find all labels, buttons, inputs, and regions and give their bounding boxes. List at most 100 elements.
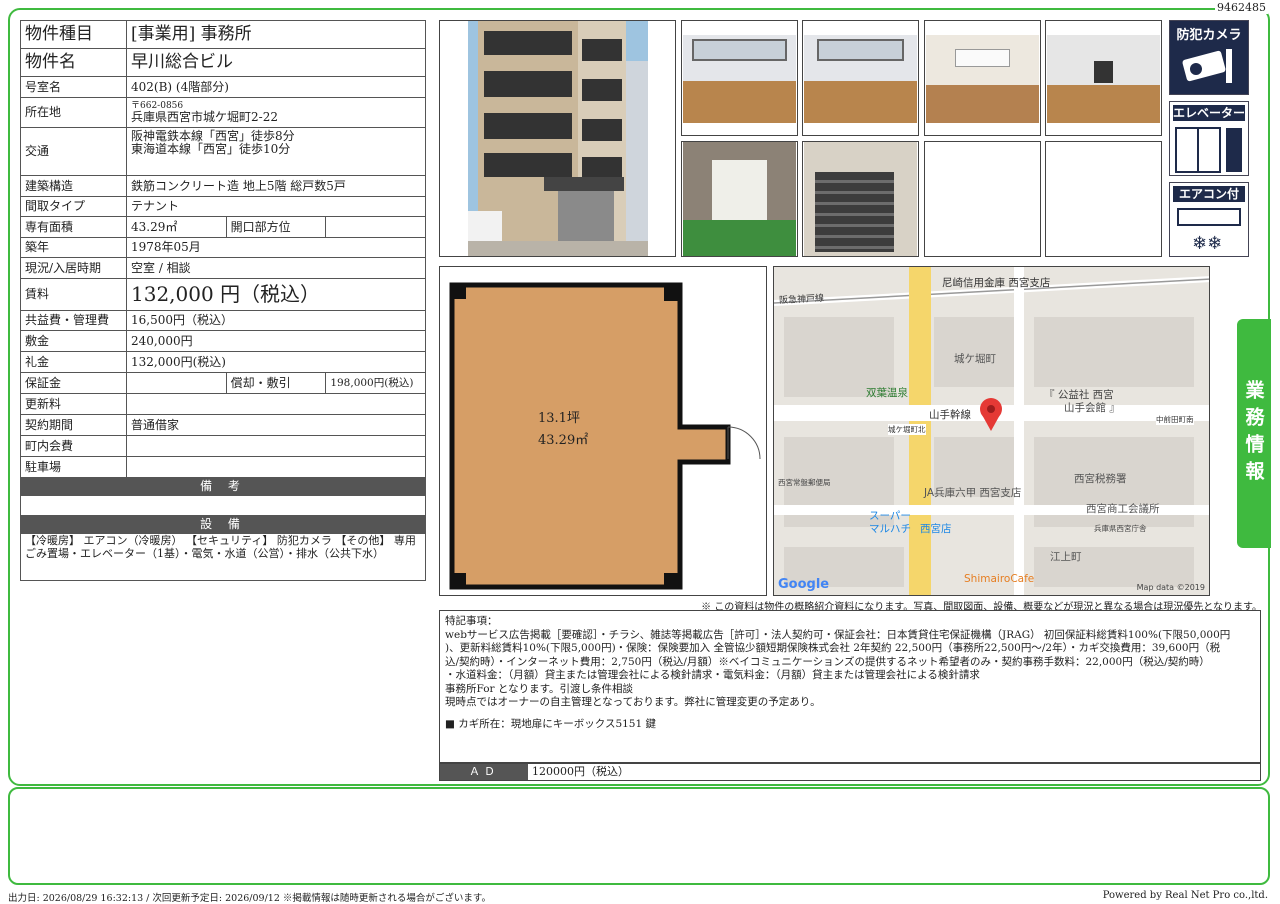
map-label-post: 西宮常盤郵便局 xyxy=(778,478,831,487)
building-photo-art xyxy=(440,21,675,256)
map-label-egamicho: 江上町 xyxy=(1050,551,1082,563)
photo-placeholder-1 xyxy=(924,141,1041,257)
interior-photo-2[interactable] xyxy=(802,20,919,136)
mailbox-photo[interactable] xyxy=(802,141,919,257)
map-label-rail: 阪急神戸線 xyxy=(778,293,825,307)
footer-powered-by: Powered by Real Net Pro co.,ltd. xyxy=(1102,890,1268,901)
room-value: 402(B) (4階部分) xyxy=(126,76,426,98)
structure-value: 鉄筋コンクリート造 地上5階 総戸数5戸 xyxy=(126,175,426,197)
built-label: 築年 xyxy=(20,237,127,258)
key-money-label: 礼金 xyxy=(20,351,127,373)
map-label-tax: 西宮税務署 xyxy=(1074,473,1127,485)
renewal-value xyxy=(126,393,426,415)
address-cell: 〒662-0856 兵庫県西宮市城ケ堀町2-22 xyxy=(126,97,426,128)
remarks-header: 備 考 xyxy=(20,477,426,496)
ad-value: 120000円（税込） xyxy=(532,765,629,778)
ad-label: ＡＤ xyxy=(440,764,528,780)
aircon-badge-label: エアコン付 xyxy=(1173,186,1245,202)
layout-label: 間取タイプ xyxy=(20,196,127,217)
map-label-cafe: ShimairoCafe xyxy=(964,573,1035,585)
notes-line-5: 事務所For となります。引渡し条件相談 xyxy=(445,682,634,695)
map-label-onsen: 双葉温泉 xyxy=(866,387,908,399)
access-cell: 阪神電鉄本線「西宮」徒歩8分 東海道本線「西宮」徒歩10分 xyxy=(126,127,426,176)
amort-label: 償却・敷引 xyxy=(225,372,327,394)
name-value: 早川総合ビル xyxy=(126,48,426,77)
remarks-body xyxy=(20,495,426,516)
address-value: 兵庫県西宮市城ケ堀町2-22 xyxy=(131,110,278,124)
fee-value: 16,500円（税込） xyxy=(126,310,426,331)
equipment-header: 設 備 xyxy=(20,515,426,534)
map-label-chamber: 西宮商工会議所 xyxy=(1086,503,1160,515)
map-label-kaikan-2: 山手会館 』 xyxy=(1064,402,1120,414)
footer-output-info: 出力日: 2026/08/29 16:32:13 / 次回更新予定日: 2026… xyxy=(8,893,491,904)
floor-plan[interactable]: 13.1坪 43.29㎡ xyxy=(439,266,767,596)
equipment-text: 【冷暖房】 エアコン（冷暖房） 【セキュリティ】 防犯カメラ 【その他】 専用ご… xyxy=(20,533,426,581)
camera-badge-label: 防犯カメラ xyxy=(1176,28,1242,43)
map-label-yamate: 山手幹線 xyxy=(929,409,971,421)
map-label-jogabori: 城ケ堀町 xyxy=(954,353,996,365)
floor-plan-drawing xyxy=(449,282,761,590)
special-notes: 特記事項： webサービス広告掲載［要確認］・チラシ、雑誌等掲載広告［許可］・法… xyxy=(439,610,1261,763)
contract-label: 契約期間 xyxy=(20,414,127,436)
parking-label: 駐車場 xyxy=(20,456,127,478)
built-value: 1978年05月 xyxy=(126,237,426,258)
status-value: 空室 / 相談 xyxy=(126,257,426,279)
map-label-pref: 兵庫県西宮庁舎 xyxy=(1094,524,1147,533)
map-label-super-2: マルハチ xyxy=(869,523,911,535)
security-camera-badge: 防犯カメラ xyxy=(1169,20,1249,95)
entrance-photo[interactable] xyxy=(681,141,798,257)
floor-plan-area: 43.29㎡ xyxy=(538,433,589,448)
notes-spacer xyxy=(445,710,1255,718)
fee-label: 共益費・管理費 xyxy=(20,310,127,331)
building-photo[interactable] xyxy=(439,20,676,257)
document-id: 9462485 xyxy=(1215,1,1268,14)
notes-line-4: ・水道料金：（月額）貸主または管理会社による検針請求・電気料金：（月額）貸主また… xyxy=(445,669,980,681)
parking-value xyxy=(126,456,426,478)
key-money-value: 132,000円(税込) xyxy=(126,351,426,373)
name-label: 物件名 xyxy=(20,48,127,77)
type-label: 物件種目 xyxy=(20,20,127,49)
renewal-label: 更新料 xyxy=(20,393,127,415)
map-data-credit: Map data ©2019 xyxy=(1136,583,1205,592)
interior-photo-1[interactable] xyxy=(681,20,798,136)
aircon-icon: ❄❄ xyxy=(1177,208,1241,254)
structure-label: 建築構造 xyxy=(20,175,127,197)
camera-icon xyxy=(1182,49,1232,83)
notes-line-7: ■ カギ所在：現地扉にキーボックス5151 鍵 xyxy=(445,717,657,730)
access-label: 交通 xyxy=(20,127,127,176)
business-info-tab[interactable]: 業務情報 xyxy=(1237,319,1271,548)
location-map[interactable]: 尼崎信用金庫 西宮支店 阪急神戸線 城ケ堀町 双葉温泉 『 公益社 西宮 山手会… xyxy=(773,266,1210,596)
ad-row: ＡＤ 120000円（税込） xyxy=(439,763,1261,781)
deposit-label: 敷金 xyxy=(20,330,127,352)
elevator-icon xyxy=(1175,127,1242,173)
notes-line-2: )、更新料総賃料10%(下限5,000円)・保険：保険要加入 全管協少額短期保険… xyxy=(445,642,1221,654)
notes-line-1: webサービス広告掲載［要確認］・チラシ、雑誌等掲載広告［許可］・法人契約可・保… xyxy=(445,628,1231,641)
opening-label: 開口部方位 xyxy=(225,216,327,238)
map-label-jogabori-kita: 城ケ堀町北 xyxy=(888,424,926,435)
type-value: [事業用] 事務所 xyxy=(126,20,426,49)
opening-value xyxy=(325,216,426,238)
amort-value: 198,000円(税込) xyxy=(325,372,426,394)
notes-line-6: 現時点ではオーナーの自主管理となっております。弊社に管理変更の予定あり。 xyxy=(445,696,821,708)
interior-photo-3[interactable] xyxy=(924,20,1041,136)
address-label: 所在地 xyxy=(20,97,127,128)
deposit-value: 240,000円 xyxy=(126,330,426,352)
access-line-2: 東海道本線「西宮」徒歩10分 xyxy=(131,142,291,156)
notes-line-3: 込/契約時）・インターネット費用：2,750円（税込/月額）※ベイコミュニケーシ… xyxy=(445,655,1210,668)
google-logo: Google xyxy=(778,577,830,592)
area-value: 43.29㎡ xyxy=(126,216,227,238)
map-label-bank: 尼崎信用金庫 西宮支店 xyxy=(942,277,1051,289)
interior-photo-4[interactable] xyxy=(1045,20,1162,136)
property-info-table: 物件種目 [事業用] 事務所 物件名 早川総合ビル 号室名 402(B) (4階部分)… xyxy=(20,20,426,581)
status-label: 現況/入居時期 xyxy=(20,257,127,279)
contract-value: 普通借家 xyxy=(126,414,426,436)
rent-label: 賃料 xyxy=(20,278,127,311)
elevator-badge-label: エレベーター xyxy=(1173,105,1246,121)
map-label-nakamaeda: 中前田町南 xyxy=(1156,414,1194,425)
map-label-ja: JA兵庫六甲 西宮支店 xyxy=(924,487,1022,499)
map-label-super-3: 西宮店 xyxy=(920,523,952,535)
notes-title: 特記事項： xyxy=(445,615,498,627)
photo-placeholder-2 xyxy=(1045,141,1162,257)
aircon-badge: エアコン付 ❄❄ xyxy=(1169,182,1249,257)
svg-text:❄❄: ❄❄ xyxy=(1192,233,1222,254)
